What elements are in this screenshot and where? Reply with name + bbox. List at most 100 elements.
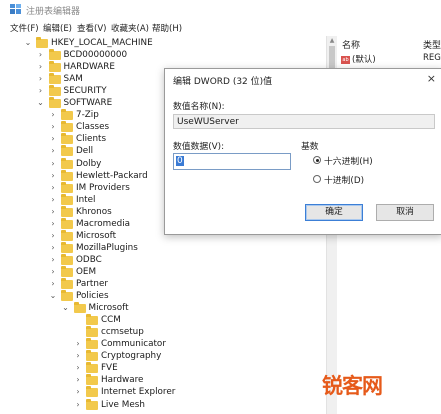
chevron-down-icon[interactable]: ⌄ <box>37 97 45 109</box>
chevron-right-icon[interactable]: › <box>37 73 45 85</box>
chevron-right-icon[interactable]: › <box>49 206 57 218</box>
menu-favorites[interactable]: 收藏夹(A) <box>111 22 149 34</box>
folder-icon <box>61 253 73 265</box>
tree-item-label: OEM <box>76 266 97 277</box>
chevron-right-icon[interactable]: › <box>49 242 57 254</box>
folder-icon <box>86 350 98 362</box>
tree-item[interactable]: ⌄ Microsoft <box>0 302 326 314</box>
tree-item-label: HKEY_LOCAL_MACHINE <box>51 38 153 48</box>
chevron-right-icon[interactable]: › <box>49 121 57 133</box>
folder-icon <box>86 326 98 338</box>
title-bar: 注册表编辑器 <box>0 0 441 18</box>
tree-item[interactable]: › Internet Explorer <box>0 386 326 398</box>
chevron-right-icon[interactable]: › <box>74 386 82 398</box>
chevron-right-icon[interactable]: › <box>49 109 57 121</box>
column-name-header[interactable]: 名称 <box>342 38 360 51</box>
folder-icon <box>61 181 73 193</box>
ok-button[interactable]: 确定 <box>305 204 363 221</box>
chevron-right-icon[interactable]: › <box>49 170 57 182</box>
tree-item-label: Policies <box>76 291 109 302</box>
folder-icon <box>86 386 98 398</box>
chevron-right-icon[interactable]: › <box>37 61 45 73</box>
chevron-right-icon[interactable]: › <box>74 374 82 386</box>
hex-radio[interactable] <box>313 156 321 164</box>
chevron-right-icon[interactable]: › <box>49 145 57 157</box>
value-data-label: 数值数据(V): <box>173 142 225 152</box>
tree-item-label: Dolby <box>76 158 102 169</box>
chevron-right-icon[interactable]: › <box>49 158 57 170</box>
chevron-down-icon[interactable]: ⌄ <box>49 290 57 302</box>
folder-icon <box>73 302 86 314</box>
dec-label[interactable]: 十进制(D) <box>324 173 364 186</box>
tree-item-label: Cryptography <box>101 351 162 362</box>
chevron-right-icon[interactable]: › <box>74 362 82 374</box>
folder-icon <box>61 133 73 145</box>
tree-item-label: FVE <box>101 363 118 374</box>
tree-item[interactable]: ⌄ Policies <box>0 290 326 302</box>
tree-item[interactable]: › Partner <box>0 278 326 290</box>
menu-file[interactable]: 文件(F) <box>10 22 39 34</box>
dec-radio[interactable] <box>313 175 321 183</box>
tree-item[interactable]: › Cryptography <box>0 350 326 362</box>
menu-help[interactable]: 帮助(H) <box>152 22 182 34</box>
folder-icon <box>86 314 98 326</box>
folder-icon <box>61 121 73 133</box>
folder-icon <box>48 73 61 85</box>
tree-item-label: Clients <box>76 134 107 145</box>
tree-item[interactable]: ccmsetup <box>0 326 326 338</box>
folder-icon <box>61 205 73 217</box>
chevron-right-icon[interactable]: › <box>49 266 57 278</box>
chevron-right-icon[interactable]: › <box>74 350 82 362</box>
chevron-right-icon[interactable]: › <box>49 182 57 194</box>
chevron-down-icon[interactable]: ⌄ <box>62 302 70 314</box>
tree-item[interactable]: › Live Mesh <box>0 398 326 411</box>
folder-icon <box>48 49 61 61</box>
base-label: 基数 <box>301 142 319 152</box>
tree-item[interactable]: › Hardware <box>0 374 326 386</box>
folder-icon <box>61 290 73 302</box>
tree-item-label: Dell <box>76 146 94 157</box>
tree-item-label: ODBC <box>76 254 102 265</box>
tree-item-label: Partner <box>76 279 108 289</box>
folder-icon <box>48 61 61 73</box>
folder-icon <box>61 157 73 169</box>
chevron-right-icon[interactable]: › <box>74 399 82 411</box>
tree-item-label: Microsoft <box>88 303 129 314</box>
hex-label[interactable]: 十六进制(H) <box>324 154 373 167</box>
tree-item[interactable]: › FVE <box>0 362 326 374</box>
tree-item[interactable]: › BCD00000000 <box>0 49 326 61</box>
tree-item[interactable]: › Communicator <box>0 338 326 350</box>
tree-item-label: Classes <box>76 122 110 133</box>
chevron-right-icon[interactable]: › <box>49 218 57 230</box>
column-type-header[interactable]: 类型 <box>423 38 441 51</box>
chevron-right-icon[interactable]: › <box>49 230 57 242</box>
cancel-button[interactable]: 取消 <box>376 204 434 221</box>
scroll-up-icon[interactable]: ▲ <box>328 36 336 46</box>
chevron-right-icon[interactable]: › <box>49 254 57 266</box>
chevron-right-icon[interactable]: › <box>49 194 57 206</box>
value-type: REG <box>423 53 441 63</box>
chevron-down-icon[interactable]: ⌄ <box>24 37 32 49</box>
tree-item-label: Communicator <box>101 339 166 350</box>
tree-item-label: Intel <box>76 194 96 205</box>
tree-item-label: Macromedia <box>76 218 131 229</box>
tree-item[interactable]: › MozillaPlugins <box>0 241 326 254</box>
window-title: 注册表编辑器 <box>26 7 81 17</box>
tree-item-label: Internet Explorer <box>101 387 176 398</box>
tree-item[interactable]: › ODBC <box>0 253 326 266</box>
chevron-right-icon[interactable]: › <box>37 49 45 61</box>
folder-icon <box>61 217 73 229</box>
tree-item[interactable]: ⌄ HKEY_LOCAL_MACHINE <box>0 37 326 49</box>
folder-icon <box>61 241 73 253</box>
close-icon[interactable]: × <box>427 72 436 85</box>
menu-edit[interactable]: 编辑(E) <box>43 22 72 34</box>
value-row[interactable]: ab (默认) <box>341 53 376 65</box>
value-data-input[interactable]: 0 <box>173 153 291 170</box>
menu-view[interactable]: 查看(V) <box>77 22 106 34</box>
chevron-right-icon[interactable]: › <box>49 278 57 290</box>
chevron-right-icon[interactable]: › <box>74 338 82 350</box>
chevron-right-icon[interactable]: › <box>49 133 57 145</box>
tree-item[interactable]: › OEM <box>0 265 326 278</box>
chevron-right-icon[interactable]: › <box>37 85 45 97</box>
tree-item[interactable]: CCM <box>0 314 326 326</box>
